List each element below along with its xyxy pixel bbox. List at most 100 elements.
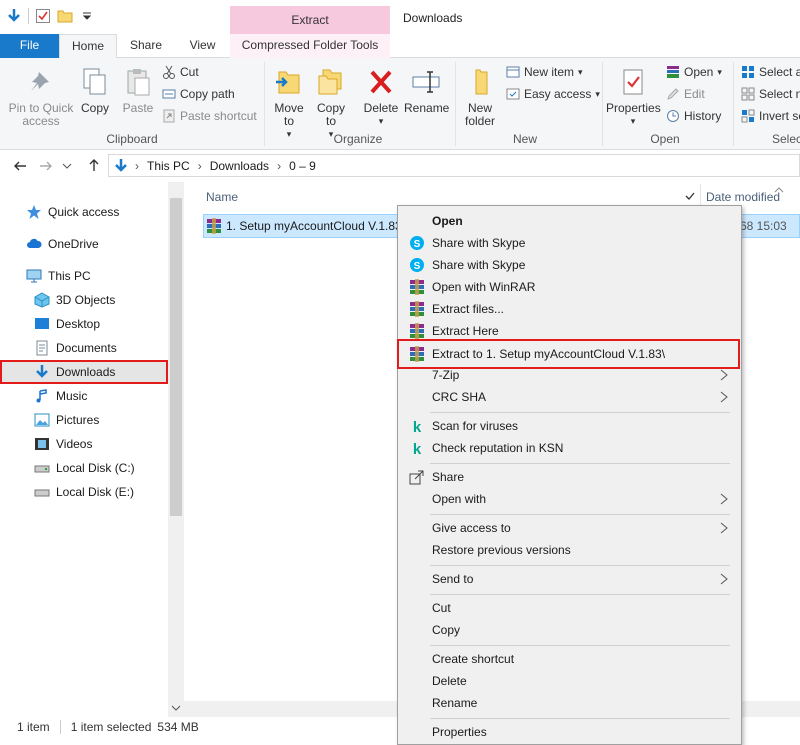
invert-selection-button[interactable]: Invert se: [741, 109, 800, 123]
status-selected-size: 534 MB: [157, 720, 199, 734]
up-arrow-icon[interactable]: [86, 157, 102, 176]
status-item-count: 1 item: [17, 720, 50, 734]
menu-item-extract-files[interactable]: Extract files...: [400, 298, 739, 320]
column-header-name[interactable]: Name: [206, 190, 238, 204]
nav-item-onedrive[interactable]: OneDrive: [0, 232, 168, 256]
nav-label: 3D Objects: [56, 293, 116, 307]
copy-button[interactable]: Copy: [78, 66, 112, 115]
nav-label: Desktop: [56, 317, 101, 331]
nav-item-3d-objects[interactable]: 3D Objects: [0, 288, 168, 312]
menu-item-delete[interactable]: Delete: [400, 670, 739, 692]
new-folder-button[interactable]: New folder: [460, 66, 500, 128]
move-to-button[interactable]: Move to ▾: [270, 66, 308, 141]
menu-item-open-with-winrar[interactable]: Open with WinRAR: [400, 276, 739, 298]
recent-locations-chevron-icon[interactable]: [62, 159, 72, 176]
nav-item-pictures[interactable]: Pictures: [0, 408, 168, 432]
menu-item-open-with[interactable]: Open with: [400, 488, 739, 510]
paste-shortcut-button[interactable]: Paste shortcut: [162, 109, 257, 123]
document-icon: [34, 340, 50, 356]
select-none-button[interactable]: Select n: [741, 87, 800, 101]
delete-button[interactable]: Delete ▾: [360, 66, 402, 128]
scroll-down-arrow-icon[interactable]: [171, 702, 181, 716]
kaspersky-icon: k: [409, 418, 425, 436]
invert-selection-label: Invert se: [759, 109, 800, 123]
customize-dropdown-icon[interactable]: [79, 8, 95, 24]
nav-item-quick-access[interactable]: Quick access: [0, 200, 168, 224]
menu-item-give-access-to[interactable]: Give access to: [400, 517, 739, 539]
menu-item-create-shortcut[interactable]: Create shortcut: [400, 648, 739, 670]
breadcrumb-current-folder[interactable]: 0 – 9: [289, 159, 316, 173]
menu-item-share[interactable]: Share: [400, 466, 739, 488]
back-arrow-icon[interactable]: [12, 158, 28, 177]
forward-arrow-icon[interactable]: [38, 158, 54, 177]
nav-item-music[interactable]: Music: [0, 384, 168, 408]
properties-check-icon[interactable]: [35, 8, 51, 24]
rename-icon: [410, 66, 442, 98]
menu-item-open[interactable]: Open: [400, 210, 739, 232]
tab-compressed-folder-tools[interactable]: Compressed Folder Tools: [230, 34, 390, 58]
nav-item-downloads[interactable]: Downloads: [0, 360, 168, 384]
title-bar: Extract Downloads: [0, 0, 800, 34]
ribbon-divider: [455, 62, 456, 146]
pin-to-quick-access-button[interactable]: Pin to Quick access: [6, 66, 76, 128]
cloud-icon: [26, 236, 42, 252]
tab-share[interactable]: Share: [117, 34, 175, 58]
nav-item-desktop[interactable]: Desktop: [0, 312, 168, 336]
nav-item-videos[interactable]: Videos: [0, 432, 168, 456]
winrar-icon: [666, 65, 680, 79]
nav-item-documents[interactable]: Documents: [0, 336, 168, 360]
tab-file[interactable]: File: [0, 34, 59, 58]
menu-item-crc-sha[interactable]: CRC SHA: [400, 386, 739, 408]
column-header-date-modified[interactable]: Date modified: [706, 190, 780, 204]
nav-item-local-disk-c[interactable]: Local Disk (C:): [0, 456, 168, 480]
menu-item-properties[interactable]: Properties: [400, 721, 739, 743]
submenu-arrow-icon: [719, 368, 729, 382]
checkbox-column-icon[interactable]: [684, 190, 696, 205]
menu-item-rename[interactable]: Rename: [400, 692, 739, 714]
nav-scrollbar-thumb[interactable]: [170, 198, 182, 516]
menu-item-restore-previous-versions[interactable]: Restore previous versions: [400, 539, 739, 561]
menu-item-check-reputation-ksn[interactable]: k Check reputation in KSN: [400, 437, 739, 459]
copy-folder-icon: [315, 66, 347, 98]
select-all-button[interactable]: Select a: [741, 65, 800, 79]
rename-label: Rename: [404, 101, 450, 115]
breadcrumb-this-pc[interactable]: This PC: [147, 159, 190, 173]
menu-item-cut[interactable]: Cut: [400, 597, 739, 619]
nav-label: Downloads: [56, 365, 116, 379]
nav-label: Music: [56, 389, 88, 403]
address-bar[interactable]: › This PC › Downloads › 0 – 9: [108, 154, 800, 177]
menu-item-send-to[interactable]: Send to: [400, 568, 739, 590]
copy-path-button[interactable]: Copy path: [162, 87, 235, 101]
menu-item-share-with-skype[interactable]: S Share with Skype: [400, 232, 739, 254]
new-folder-label: New folder: [464, 101, 496, 128]
copy-to-button[interactable]: Copy to ▾: [312, 66, 350, 141]
winrar-archive-icon: [206, 218, 222, 237]
easy-access-button[interactable]: Easy access ▾: [506, 87, 600, 101]
menu-item-label: Give access to: [432, 521, 511, 535]
select-group-label: Selec: [772, 132, 800, 146]
new-folder-icon[interactable]: [57, 8, 73, 24]
menu-item-copy[interactable]: Copy: [400, 619, 739, 641]
history-label: History: [684, 109, 722, 123]
paste-button[interactable]: Paste: [120, 66, 156, 115]
down-arrow-icon[interactable]: [6, 8, 22, 24]
open-button[interactable]: Open ▾: [666, 65, 722, 79]
breadcrumb-downloads[interactable]: Downloads: [210, 159, 269, 173]
tab-view[interactable]: View: [175, 34, 230, 58]
menu-item-label: Open with: [432, 492, 487, 506]
cut-button[interactable]: Cut: [162, 65, 199, 79]
history-button[interactable]: History: [666, 109, 721, 123]
submenu-arrow-icon: [719, 521, 729, 535]
menu-item-7-zip[interactable]: 7-Zip: [400, 364, 739, 386]
menu-item-share-with-skype-2[interactable]: S Share with Skype: [400, 254, 739, 276]
menu-separator: [430, 463, 730, 464]
tab-home[interactable]: Home: [59, 34, 117, 59]
menu-item-scan-for-viruses[interactable]: k Scan for viruses: [400, 415, 739, 437]
menu-item-extract-here[interactable]: Extract Here: [400, 320, 739, 342]
edit-button[interactable]: Edit: [666, 87, 705, 101]
nav-item-this-pc[interactable]: This PC: [0, 264, 168, 288]
new-item-button[interactable]: New item ▾: [506, 65, 583, 79]
nav-item-local-disk-e[interactable]: Local Disk (E:): [0, 480, 168, 504]
properties-button[interactable]: Properties ▾: [606, 66, 661, 128]
rename-button[interactable]: Rename: [404, 66, 450, 115]
